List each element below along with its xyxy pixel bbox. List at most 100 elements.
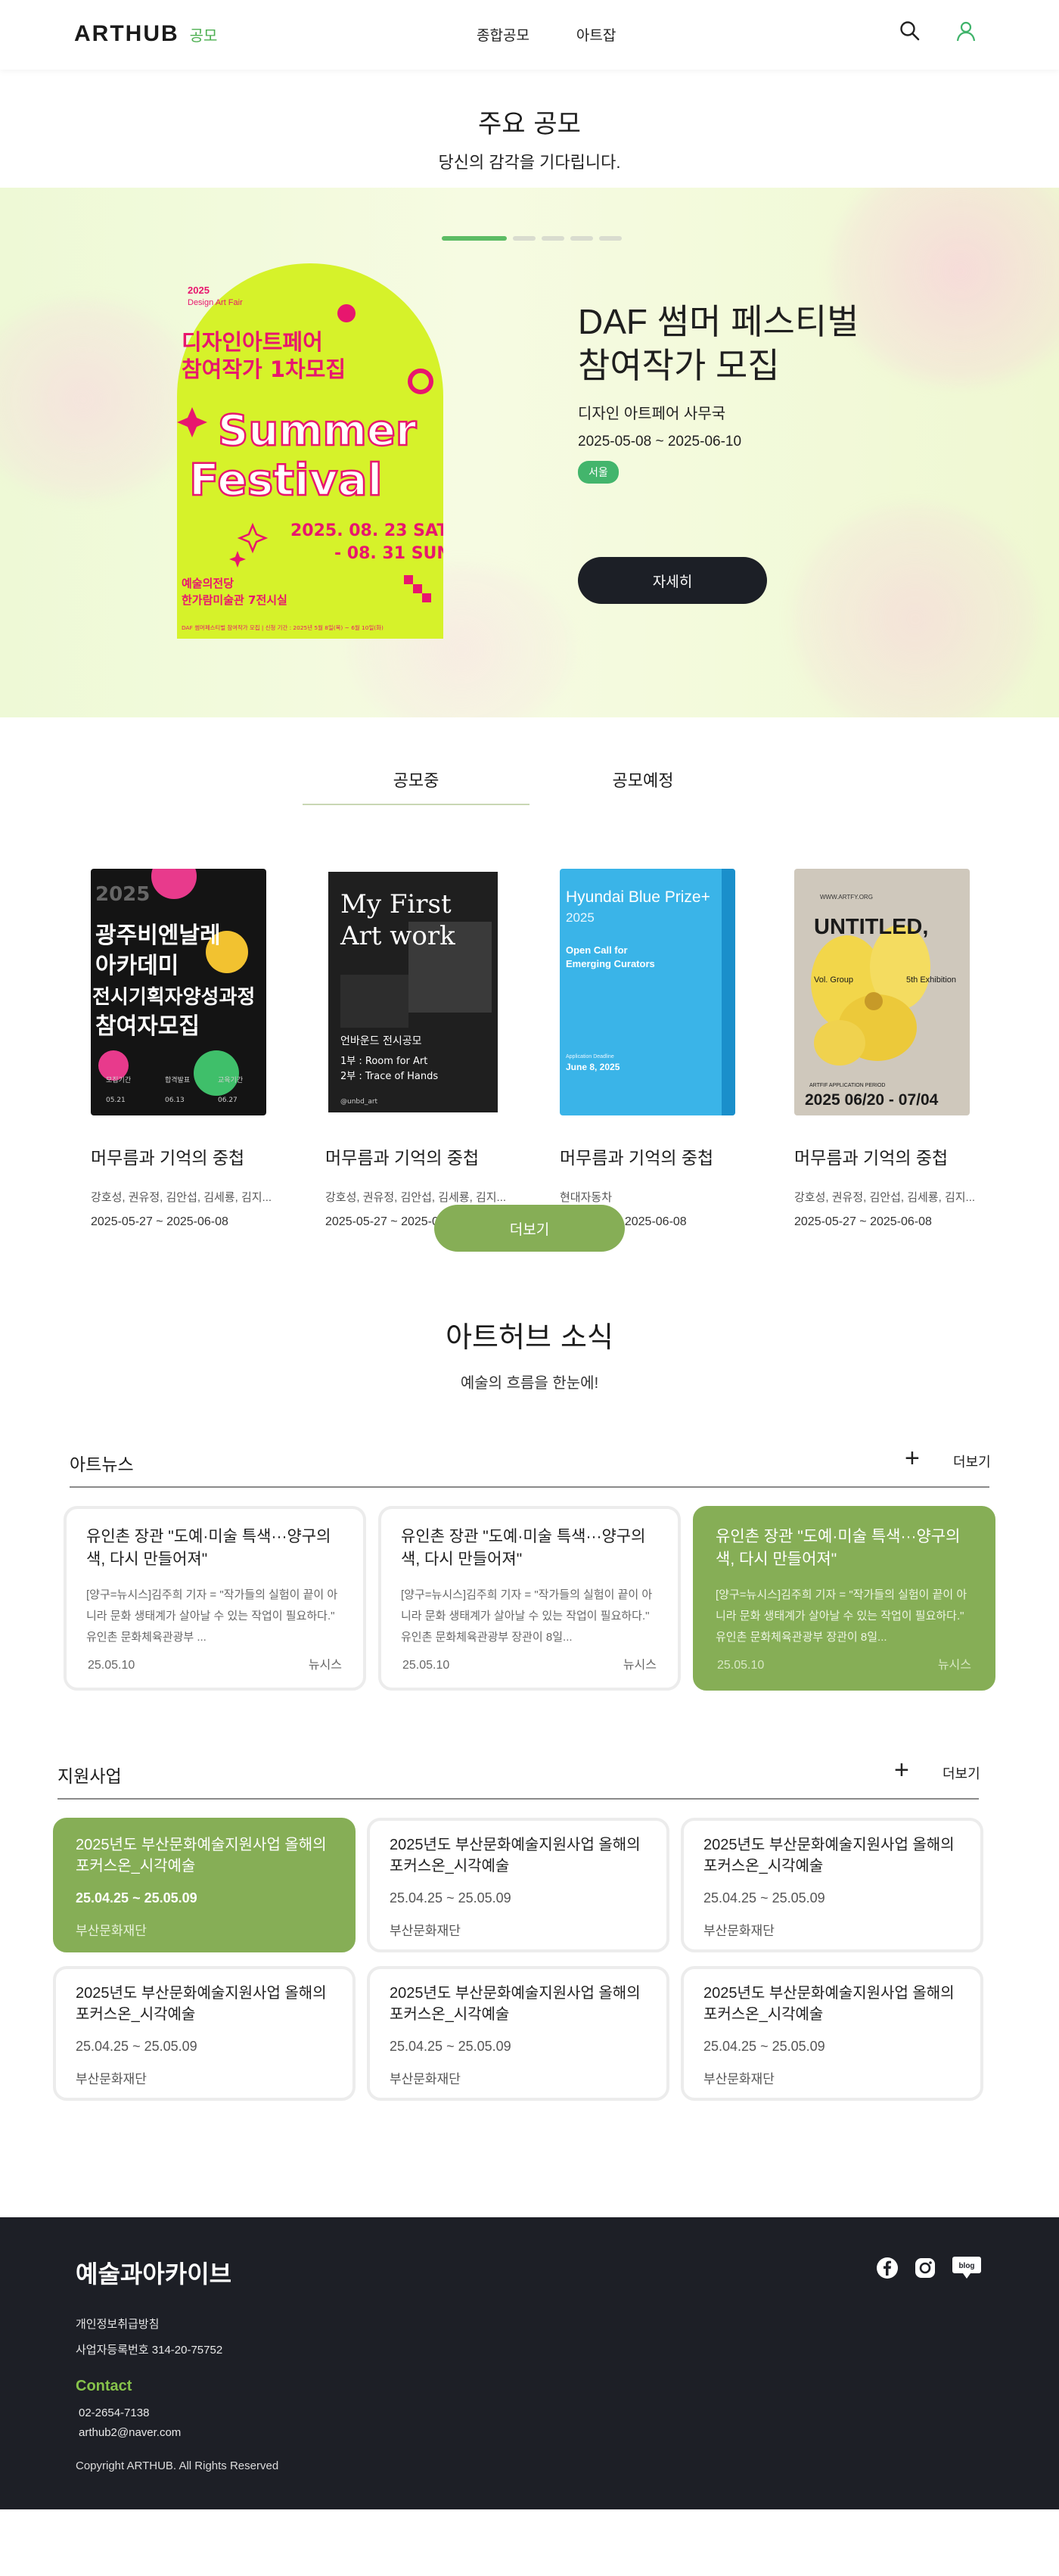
bg-blob (794, 506, 1036, 717)
tab-upcoming[interactable]: 공모예정 (530, 767, 756, 804)
support-card[interactable]: 2025년도 부산문화예술지원사업 올해의 포커스온_시각예술 25.04.25… (681, 1966, 983, 2101)
poster-heading-1: 디자인아트페어 (182, 329, 323, 355)
art-news-heading: 아트뉴스 (70, 1454, 134, 1474)
news-body: [양구=뉴시스]김주희 기자 = "작가들의 실험이 끝이 아니라 문화 생태계… (86, 1588, 338, 1644)
business-number: 사업자등록번호 314-20-75752 (76, 2344, 223, 2357)
poster-part: 1부 : Room for Art (340, 1056, 427, 1067)
contest-poster[interactable]: Hyundai Blue Prize+ 2025 Open Call for E… (560, 869, 735, 1115)
poster-info: 06.27 (218, 1097, 238, 1104)
poster-line: 아카데미 (95, 953, 179, 979)
support-period: 25.04.25 ~ 25.05.09 (703, 1890, 825, 1906)
news-header: 아트허브 소식 예술의 흐름을 한눈에! (0, 1314, 1059, 1441)
featured-info: DAF 썸머 페스티벌 참여작가 모집 디자인 아트페어 사무국 2025-05… (578, 300, 859, 484)
poster-small: Application Deadline (566, 1054, 614, 1059)
plus-icon[interactable]: + (905, 1444, 920, 1473)
support-period: 25.04.25 ~ 25.05.09 (76, 1890, 197, 1906)
news-title: 유인촌 장관 "도예·미술 특색···양구의 색, 다시 만들어져" (86, 1528, 331, 1568)
news-date: 25.05.10 (717, 1659, 765, 1672)
poster-info: 합격발표 (165, 1075, 190, 1084)
more-button[interactable]: 더보기 (434, 1205, 625, 1252)
region-badge: 서울 (578, 461, 619, 484)
support-card[interactable]: 2025년도 부산문화예술지원사업 올해의 포커스온_시각예술 25.04.25… (681, 1818, 983, 1952)
poster-dates: 2025 06/20 - 07/04 (805, 1091, 939, 1109)
featured-contest-title[interactable]: DAF 썸머 페스티벌 참여작가 모집 (578, 300, 859, 387)
carousel-dot[interactable] (513, 236, 536, 241)
carousel-dot[interactable] (599, 236, 622, 241)
poster-venue-1: 예술의전당 (182, 577, 234, 590)
header-icons (899, 20, 977, 42)
support-org: 부산문화재단 (703, 2072, 775, 2086)
phone-number[interactable]: 02-2654-7138 (79, 2406, 149, 2419)
more-section: 더보기 (0, 1132, 1059, 1314)
detail-button[interactable]: 자세히 (578, 557, 767, 604)
poster-line: My First (340, 889, 452, 919)
poster-info: 모집기간 (106, 1075, 131, 1084)
copyright: Copyright ARTHUB. All Rights Reserved (76, 2459, 279, 2472)
carousel-dot[interactable] (570, 236, 593, 241)
support-card[interactable]: 2025년도 부산문화예술지원사업 올해의 포커스온_시각예술 25.04.25… (367, 1966, 669, 2101)
nav-item-contests[interactable]: 종합공모 (477, 24, 530, 45)
search-icon[interactable] (899, 20, 921, 42)
support-title: 2025년도 부산문화예술지원사업 올해의 포커스온_시각예술 (76, 1837, 327, 1874)
poster-dates-1: 2025. 08. 23 SAT (290, 521, 443, 540)
carousel-dot[interactable] (542, 236, 564, 241)
support-org: 부산문화재단 (76, 2072, 147, 2086)
bg-blob (832, 188, 1059, 384)
site-header: ARTHUB 공모 종합공모 아트잡 (0, 0, 1059, 70)
footer-brand: 예술과아카이브 (76, 2260, 232, 2288)
support-more[interactable]: 더보기 (943, 1763, 980, 1783)
nav-item-artjob[interactable]: 아트잡 (576, 24, 616, 45)
news-title: 아트허브 소식 (446, 1321, 613, 1354)
poster-heading-2: 참여작가 1차모집 (182, 356, 346, 382)
privacy-link[interactable]: 개인정보취급방침 (76, 2316, 159, 2332)
featured-organizer: 디자인 아트페어 사무국 (578, 406, 726, 422)
art-news-header: 아트뉴스 + 더보기 (0, 1441, 1059, 1494)
plus-icon[interactable]: + (894, 1756, 909, 1785)
featured-header: 주요 공모 당신의 감각을 기다립니다. (0, 70, 1059, 188)
news-card[interactable]: 유인촌 장관 "도예·미술 특색···양구의 색, 다시 만들어져" [양구=뉴… (378, 1506, 681, 1691)
contest-poster[interactable]: 2025 광주비엔날레 아카데미 전시기획자양성과정 참여자모집 모집기간 합격… (91, 854, 266, 1115)
poster-part: 2부 : Trace of Hands (340, 1071, 438, 1082)
support-period: 25.04.25 ~ 25.05.09 (703, 2039, 825, 2054)
contest-poster[interactable]: WWW.ARTFY.ORG UNTITLED, Vol. Group 5th E… (794, 869, 970, 1115)
bg-blob (0, 301, 197, 498)
news-card[interactable]: 유인촌 장관 "도예·미술 특색···양구의 색, 다시 만들어져" [양구=뉴… (64, 1506, 366, 1691)
facebook-icon[interactable] (876, 2257, 899, 2283)
logo[interactable]: ARTHUB 공모 (74, 21, 217, 47)
email-address[interactable]: arthub2@naver.com (79, 2426, 181, 2439)
support-card[interactable]: 2025년도 부산문화예술지원사업 올해의 포커스온_시각예술 25.04.25… (367, 1818, 669, 1952)
carousel-dot[interactable] (442, 236, 507, 241)
news-source: 뉴시스 (937, 1659, 971, 1672)
contest-poster[interactable]: My First Art work 언바운드 전시공모 1부 : Room fo… (325, 869, 501, 1115)
tab-open[interactable]: 공모중 (303, 767, 530, 805)
poster-period-label: ARTFIF APPLICATION PERIOD (809, 1083, 885, 1088)
instagram-icon[interactable] (914, 2257, 936, 2283)
support-title: 2025년도 부산문화예술지원사업 올해의 포커스온_시각예술 (703, 1985, 955, 2023)
news-title: 유인촌 장관 "도예·미술 특색···양구의 색, 다시 만들어져" (401, 1528, 646, 1568)
poster-deadline: June 8, 2025 (566, 1062, 620, 1072)
poster-line: 광주비엔날레 (95, 922, 221, 949)
support-org: 부산문화재단 (390, 2072, 461, 2086)
support-card[interactable]: 2025년도 부산문화예술지원사업 올해의 포커스온_시각예술 25.04.25… (53, 1966, 356, 2101)
art-news-more[interactable]: 더보기 (953, 1451, 991, 1471)
art-news-list: 유인촌 장관 "도예·미술 특색···양구의 색, 다시 만들어져" [양구=뉴… (0, 1494, 1059, 1713)
support-title: 2025년도 부산문화예술지원사업 올해의 포커스온_시각예술 (76, 1985, 327, 2023)
user-icon[interactable] (955, 20, 977, 42)
news-card[interactable]: 유인촌 장관 "도예·미술 특색···양구의 색, 다시 만들어져" [양구=뉴… (693, 1506, 995, 1691)
support-title: 2025년도 부산문화예술지원사업 올해의 포커스온_시각예술 (703, 1837, 955, 1874)
news-body: [양구=뉴시스]김주희 기자 = "작가들의 실험이 끝이 아니라 문화 생태계… (716, 1588, 967, 1644)
news-title: 유인촌 장관 "도예·미술 특색···양구의 색, 다시 만들어져" (716, 1528, 961, 1568)
poster-word-2: Festival (189, 454, 383, 506)
contact-label: Contact (76, 2378, 132, 2394)
blog-icon[interactable]: blog (952, 2255, 982, 2285)
contest-list: 2025 광주비엔날레 아카데미 전시기획자양성과정 참여자모집 모집기간 합격… (0, 854, 1059, 1228)
support-card[interactable]: 2025년도 부산문화예술지원사업 올해의 포커스온_시각예술 25.04.25… (53, 1818, 356, 1952)
featured-subtitle: 당신의 감각을 기다립니다. (438, 153, 621, 172)
featured-poster[interactable]: 2025 Design Art Fair 디자인아트페어 참여작가 1차모집 S… (177, 263, 443, 639)
poster-info: 05.21 (106, 1097, 126, 1104)
support-period: 25.04.25 ~ 25.05.09 (76, 2039, 197, 2054)
news-body: [양구=뉴시스]김주희 기자 = "작가들의 실험이 끝이 아니라 문화 생태계… (401, 1588, 653, 1644)
contest-tabs: 공모중 공모예정 (0, 717, 1059, 869)
featured-carousel: 2025 Design Art Fair 디자인아트페어 참여작가 1차모집 S… (0, 188, 1059, 717)
featured-title-line: 참여작가 모집 (578, 346, 780, 385)
